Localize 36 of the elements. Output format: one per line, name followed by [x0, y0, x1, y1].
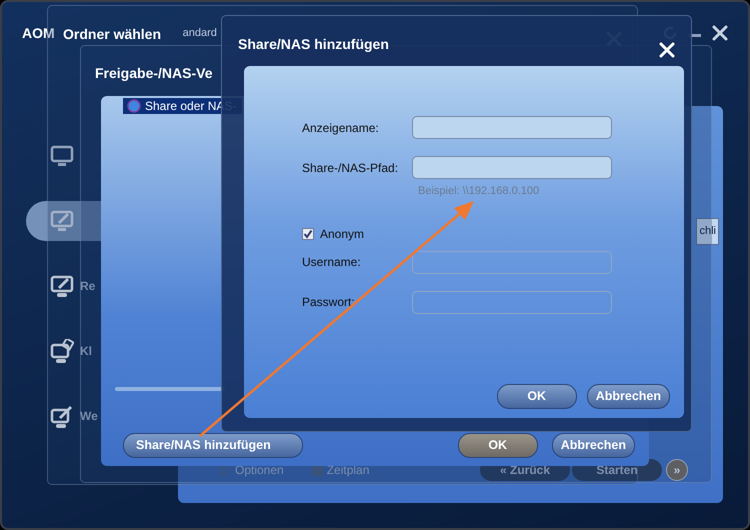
- monitor-icon: [50, 144, 74, 168]
- monitor-wrench-icon: [50, 404, 74, 428]
- hint-text: Beispiel: \\192.168.0.100: [418, 184, 540, 199]
- next-button[interactable]: »: [666, 459, 688, 481]
- input-field[interactable]: [412, 156, 612, 179]
- add-share-button[interactable]: Share/NAS hinzufügen: [123, 433, 303, 458]
- cancel-button[interactable]: Abbrechen: [552, 433, 635, 458]
- field-label: Share-/NAS-Pfad:: [302, 160, 400, 176]
- globe-icon: [127, 99, 141, 113]
- monitor-diamond-icon: [50, 339, 74, 363]
- field-label: Anzeigename:: [302, 120, 380, 136]
- dialog-title: Share/NAS hinzufügen: [238, 34, 389, 54]
- field-label: Username:: [302, 254, 362, 271]
- checkbox[interactable]: [302, 228, 314, 240]
- sidebar-label: Kl: [80, 343, 92, 360]
- sidebar-item[interactable]: Kl: [26, 331, 178, 371]
- app-subtitle: andard: [182, 26, 217, 41]
- checkbox-label: Anonym: [320, 226, 364, 242]
- close-icon[interactable]: [712, 25, 728, 41]
- ok-button[interactable]: OK: [458, 433, 538, 458]
- dialog-title: Ordner wählen: [63, 24, 162, 44]
- cancel-button[interactable]: Abbrechen: [586, 384, 670, 409]
- monitor-pencil-icon: [50, 209, 74, 233]
- input-field[interactable]: [412, 116, 612, 139]
- monitor-pencil-icon: [50, 274, 74, 298]
- sidebar-item[interactable]: We: [26, 396, 178, 436]
- sidebar-label: We: [80, 408, 98, 425]
- field-label: Passwort:: [302, 294, 356, 311]
- side-tab[interactable]: chli: [696, 218, 719, 244]
- sidebar-item[interactable]: Re: [26, 266, 178, 306]
- app-title: AOM: [22, 24, 55, 42]
- close-button[interactable]: [659, 42, 675, 58]
- gear-icon: [218, 464, 231, 476]
- sidebar-label: Re: [80, 278, 96, 295]
- ok-button[interactable]: OK: [496, 384, 577, 409]
- dialog-title: Freigabe-/NAS-Ve: [95, 64, 214, 83]
